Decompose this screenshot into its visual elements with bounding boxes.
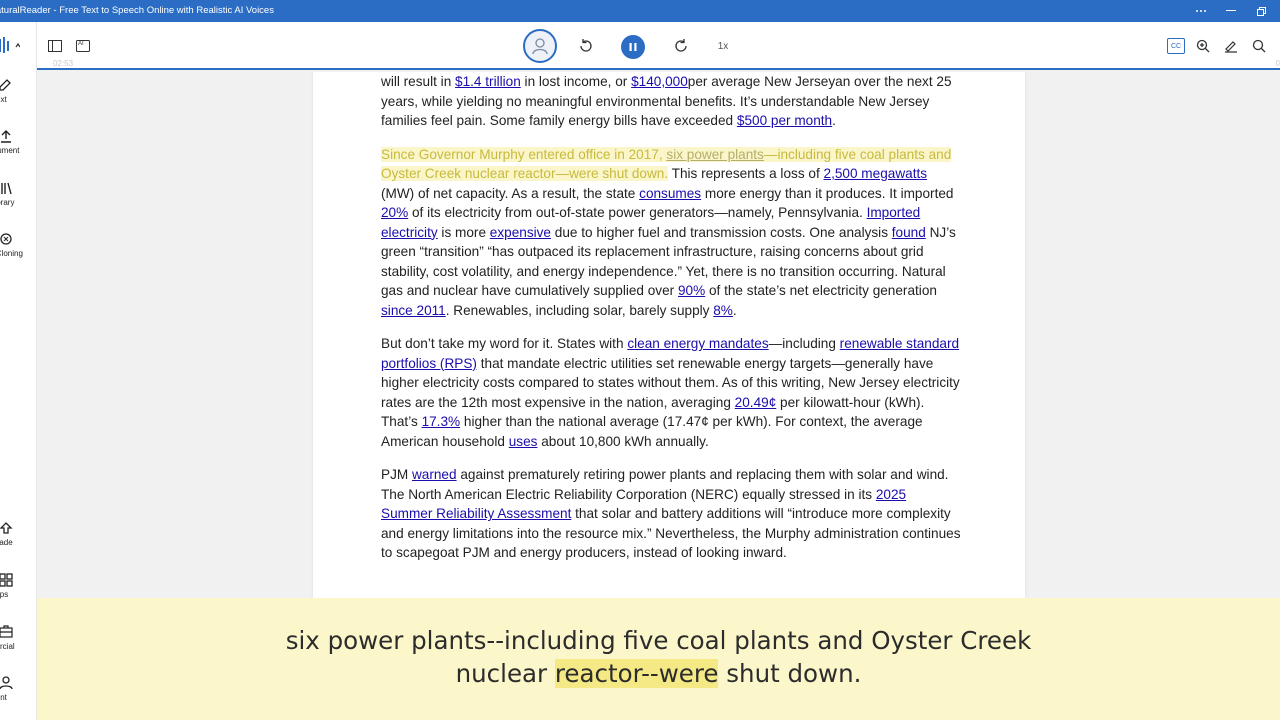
caption-line-2: nuclear reactor--were shut down. [455, 659, 862, 688]
voice-avatar-icon [532, 38, 548, 55]
sidebar: Text Document Library Voice Cloning Upgr… [0, 22, 37, 720]
highlight-button[interactable] [1223, 38, 1239, 54]
link[interactable]: $140,000 [631, 74, 688, 89]
cc-label: CC [1170, 42, 1182, 50]
sidebar-item-library[interactable]: Library [0, 181, 36, 207]
zoom-in-icon [1196, 39, 1210, 53]
caption-bar: six power plants--including five coal pl… [37, 598, 1280, 720]
pause-icon [629, 43, 637, 51]
link[interactable]: found [892, 225, 926, 240]
voice-cloning-icon [0, 233, 12, 245]
logo-icon [0, 37, 21, 53]
sidebar-item-label: Account [0, 693, 7, 702]
pause-button[interactable] [621, 35, 645, 59]
paragraph: Since Governor Murphy entered office in … [381, 146, 956, 318]
search-icon [1252, 39, 1266, 53]
title-bar: NaturalReader - Free Text to Speech Onli… [0, 0, 1280, 22]
link[interactable]: 8% [713, 303, 733, 318]
cc-button[interactable]: CC [1167, 38, 1185, 54]
elapsed-time: 02:53 [53, 59, 74, 68]
player-toolbar: AI 02:53 1x CC 0 [37, 22, 1280, 70]
commercial-icon [0, 625, 13, 638]
link[interactable]: $500 per month [737, 113, 832, 128]
link[interactable]: 20.49¢ [735, 395, 777, 410]
sidebar-item-label: Text [0, 95, 7, 104]
upload-icon [1, 130, 11, 143]
total-time: 0 [1275, 59, 1280, 68]
minimize-icon[interactable] [1216, 0, 1246, 22]
speed-label: 1x [717, 40, 729, 52]
link[interactable]: 20% [381, 205, 408, 220]
link[interactable]: expensive [490, 225, 551, 240]
link[interactable]: warned [412, 467, 457, 482]
link[interactable]: $1.4 trillion [455, 74, 521, 89]
paragraph: PJM warned against prematurely retiring … [381, 467, 961, 560]
link[interactable]: uses [509, 434, 538, 449]
upgrade-icon [0, 522, 13, 534]
link[interactable]: 90% [678, 283, 705, 298]
sidebar-item-account[interactable]: Account [0, 676, 36, 702]
library-icon [1, 182, 12, 195]
highlighter-icon [1225, 41, 1237, 53]
forward-icon [675, 39, 687, 52]
current-word: reactor--were [554, 659, 719, 688]
caption-line-1: six power plants--including five coal pl… [285, 626, 1032, 655]
link[interactable]: 17.3% [422, 414, 461, 429]
link[interactable]: six power plants [666, 147, 763, 162]
more-icon[interactable] [1186, 0, 1216, 22]
rewind-icon [580, 39, 592, 52]
sidebar-item-upgrade[interactable]: Upgrade [0, 521, 36, 547]
document-text[interactable]: will result in $1.4 trillion in lost inc… [381, 72, 961, 577]
sidebar-item-label: Commercial [0, 642, 15, 651]
window-title: NaturalReader - Free Text to Speech Onli… [0, 5, 274, 16]
sidebar-item-label: Upgrade [0, 538, 13, 547]
ai-button[interactable]: AI [75, 38, 91, 54]
sidebar-panel-icon [48, 40, 62, 52]
sidebar-item-label: Document [0, 146, 20, 155]
sidebar-item-label: Library [0, 198, 15, 207]
document-page: will result in $1.4 trillion in lost inc… [313, 72, 1025, 598]
restore-icon[interactable] [1246, 0, 1276, 22]
document-workspace[interactable]: will result in $1.4 trillion in lost inc… [37, 72, 1280, 598]
search-button[interactable] [1251, 38, 1267, 54]
sidebar-item-label: Voice Cloning [0, 249, 23, 258]
apps-icon [0, 573, 13, 587]
toggle-sidebar-button[interactable] [47, 38, 63, 54]
sidebar-item-text[interactable]: Text [0, 78, 36, 104]
link[interactable]: consumes [639, 186, 701, 201]
speed-button[interactable]: 1x [713, 38, 733, 54]
ai-label: AI [78, 41, 84, 47]
sidebar-item-commercial[interactable]: Commercial [0, 625, 36, 651]
voice-avatar-button[interactable] [523, 29, 557, 63]
link[interactable]: 2,500 megawatts [824, 166, 928, 181]
rewind-button[interactable] [577, 37, 595, 55]
link[interactable]: clean energy mandates [627, 336, 768, 351]
paragraph: will result in $1.4 trillion in lost inc… [381, 74, 952, 128]
account-icon [0, 676, 13, 690]
paragraph: But don’t take my word for it. States wi… [381, 336, 960, 449]
link[interactable]: since 2011 [381, 303, 446, 318]
forward-button[interactable] [672, 37, 690, 55]
sidebar-item-apps[interactable]: Apps [0, 573, 36, 599]
sidebar-item-label: Apps [0, 590, 9, 599]
sidebar-logo[interactable] [0, 36, 36, 56]
zoom-in-button[interactable] [1195, 38, 1211, 54]
edit-icon [0, 79, 11, 91]
sidebar-item-voice-cloning[interactable]: Voice Cloning [0, 232, 36, 258]
sidebar-item-document[interactable]: Document [0, 129, 36, 155]
